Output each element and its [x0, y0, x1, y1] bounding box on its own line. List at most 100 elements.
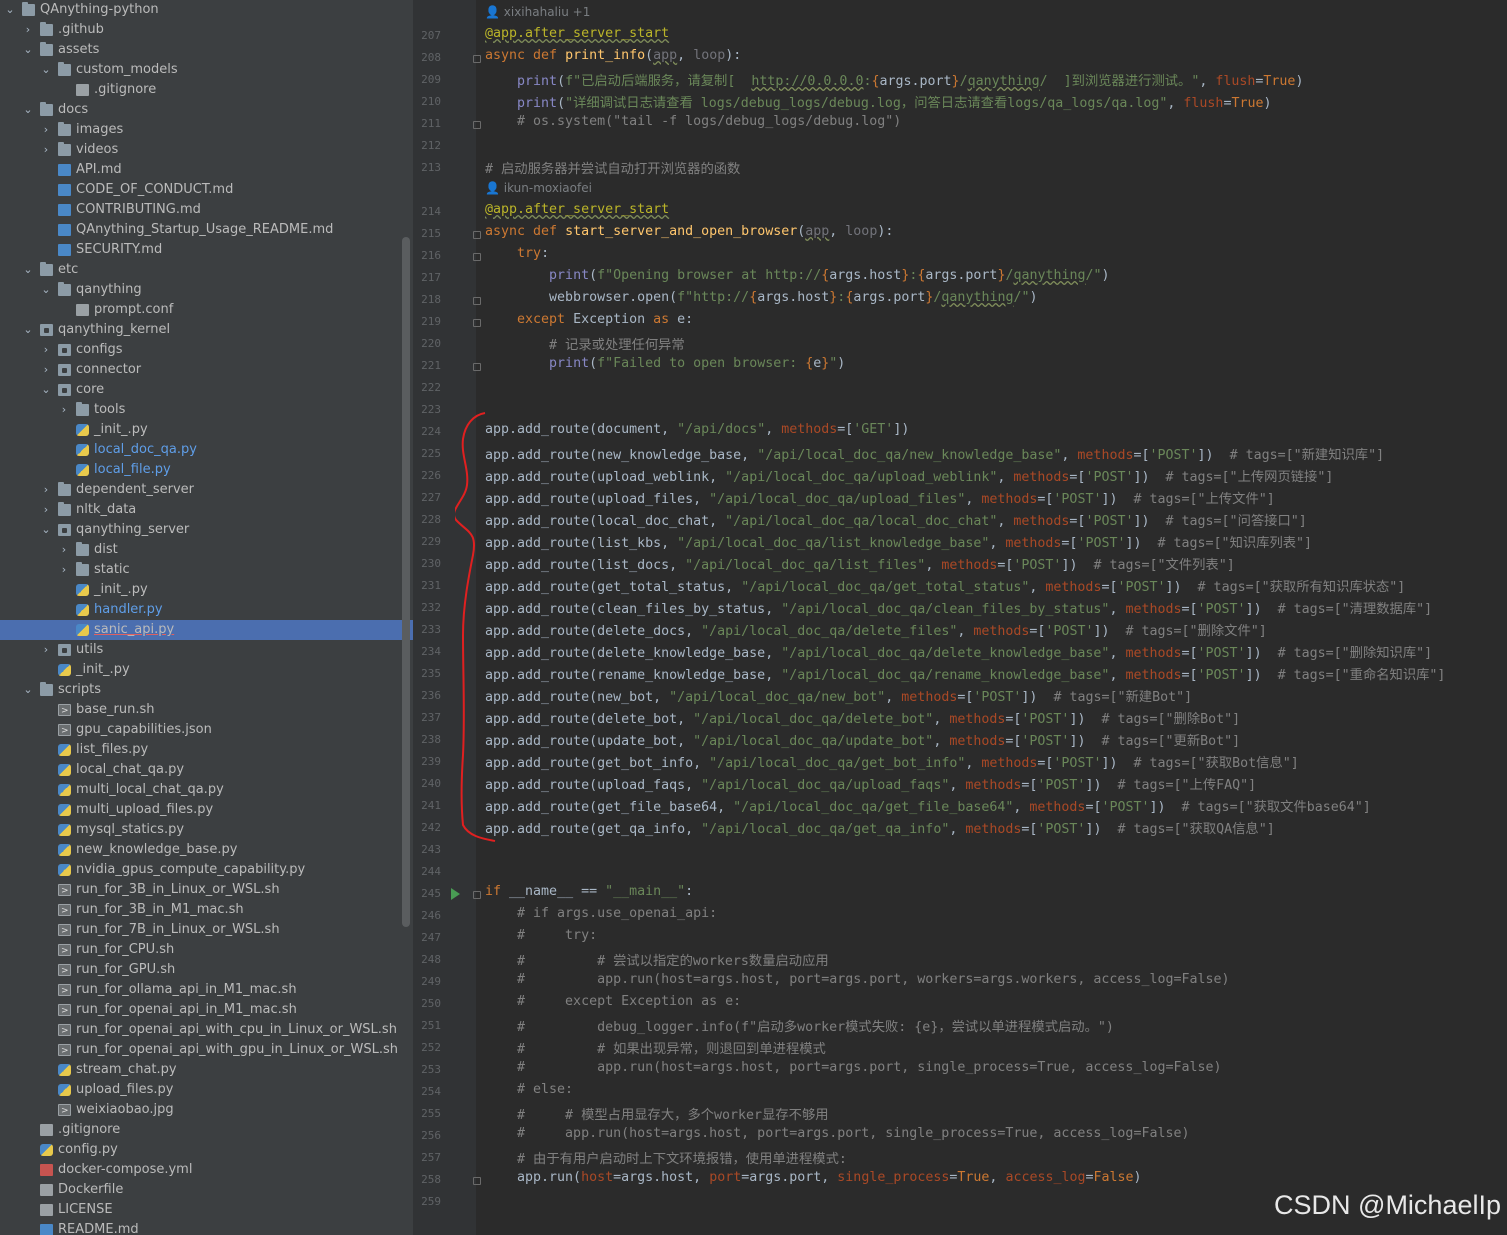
tree-item[interactable]: README.md: [0, 1220, 400, 1235]
tree-item[interactable]: › configs: [0, 340, 400, 360]
tree-item[interactable]: multi_local_chat_qa.py: [0, 780, 400, 800]
tree-item[interactable]: local_doc_qa.py: [0, 440, 400, 460]
tree-item[interactable]: _init_.py: [0, 660, 400, 680]
tree-item[interactable]: › connector: [0, 360, 400, 380]
tree-item[interactable]: ⌄ assets: [0, 40, 400, 60]
tree-item-label: configs: [76, 342, 123, 357]
code-token: flush: [1183, 96, 1224, 111]
chevron-right-icon[interactable]: ›: [40, 480, 52, 500]
chevron-right-icon[interactable]: ›: [22, 20, 34, 40]
fold-marker-icon[interactable]: [473, 297, 481, 305]
chevron-down-icon[interactable]: ⌄: [40, 60, 52, 80]
chevron-down-icon[interactable]: ⌄: [22, 40, 34, 60]
fold-marker-icon[interactable]: [473, 1177, 481, 1185]
git-author-hint[interactable]: 👤 ikun-moxiaofei: [485, 181, 592, 195]
tree-item[interactable]: docker-compose.yml: [0, 1160, 400, 1180]
tree-item[interactable]: base_run.sh: [0, 700, 400, 721]
tree-item[interactable]: ⌄ qanything_kernel: [0, 320, 400, 340]
tree-item[interactable]: › utils: [0, 640, 400, 660]
chevron-down-icon[interactable]: ⌄: [40, 380, 52, 400]
chevron-right-icon[interactable]: ›: [58, 540, 70, 560]
fold-marker-icon[interactable]: [473, 363, 481, 371]
tree-item[interactable]: ⌄ qanything: [0, 280, 400, 300]
tree-item[interactable]: CONTRIBUTING.md: [0, 200, 400, 220]
chevron-down-icon[interactable]: ⌄: [22, 680, 34, 700]
tree-item[interactable]: config.py: [0, 1140, 400, 1160]
tree-item[interactable]: › static: [0, 560, 400, 580]
tree-item[interactable]: › videos: [0, 140, 400, 160]
tree-item[interactable]: upload_files.py: [0, 1080, 400, 1100]
tree-item[interactable]: prompt.conf: [0, 300, 400, 320]
fold-marker-icon[interactable]: [473, 253, 481, 261]
tree-item[interactable]: _init_.py: [0, 420, 400, 440]
tree-item[interactable]: › nltk_data: [0, 500, 400, 520]
tree-item[interactable]: .gitignore: [0, 1120, 400, 1140]
tree-item[interactable]: ⌄ docs: [0, 100, 400, 120]
chevron-down-icon[interactable]: ⌄: [40, 280, 52, 300]
tree-item[interactable]: run_for_CPU.sh: [0, 940, 400, 961]
tree-item[interactable]: local_chat_qa.py: [0, 760, 400, 780]
tree-item[interactable]: › dist: [0, 540, 400, 560]
fold-marker-icon[interactable]: [473, 319, 481, 327]
tree-item[interactable]: local_file.py: [0, 460, 400, 480]
chevron-right-icon[interactable]: ›: [40, 140, 52, 160]
chevron-down-icon[interactable]: ⌄: [22, 320, 34, 340]
fold-marker-icon[interactable]: [473, 121, 481, 129]
chevron-down-icon[interactable]: ⌄: [4, 0, 16, 20]
tree-item[interactable]: handler.py: [0, 600, 400, 620]
chevron-right-icon[interactable]: ›: [58, 560, 70, 580]
code-token: ,: [965, 756, 982, 771]
tree-item[interactable]: run_for_GPU.sh: [0, 960, 400, 981]
chevron-right-icon[interactable]: ›: [40, 640, 52, 660]
tree-item[interactable]: ⌄ QAnything-python: [0, 0, 400, 20]
chevron-right-icon[interactable]: ›: [40, 340, 52, 360]
tree-item[interactable]: ⌄ scripts: [0, 680, 400, 700]
tree-item[interactable]: .gitignore: [0, 80, 400, 100]
tree-item[interactable]: › .github: [0, 20, 400, 40]
tree-item[interactable]: run_for_7B_in_Linux_or_WSL.sh: [0, 920, 400, 941]
tree-item[interactable]: _init_.py: [0, 580, 400, 600]
fold-marker-icon[interactable]: [473, 891, 481, 899]
tree-item[interactable]: run_for_openai_api_in_M1_mac.sh: [0, 1000, 400, 1021]
chevron-right-icon[interactable]: ›: [40, 120, 52, 140]
tree-item[interactable]: Dockerfile: [0, 1180, 400, 1200]
tree-item[interactable]: run_for_3B_in_Linux_or_WSL.sh: [0, 880, 400, 901]
fold-marker-icon[interactable]: [473, 231, 481, 239]
tree-item[interactable]: run_for_ollama_api_in_M1_mac.sh: [0, 980, 400, 1001]
tree-item[interactable]: CODE_OF_CONDUCT.md: [0, 180, 400, 200]
git-author-hint[interactable]: 👤 xixihahaliu +1: [485, 5, 590, 19]
tree-item[interactable]: LICENSE: [0, 1200, 400, 1220]
tree-item[interactable]: mysql_statics.py: [0, 820, 400, 840]
tree-item[interactable]: ⌄ core: [0, 380, 400, 400]
tree-item[interactable]: API.md: [0, 160, 400, 180]
run-gutter-icon[interactable]: [451, 888, 460, 900]
chevron-right-icon[interactable]: ›: [40, 500, 52, 520]
chevron-down-icon[interactable]: ⌄: [40, 520, 52, 540]
tree-item[interactable]: stream_chat.py: [0, 1060, 400, 1080]
tree-item[interactable]: SECURITY.md: [0, 240, 400, 260]
tree-item[interactable]: list_files.py: [0, 740, 400, 760]
project-tree-scrollbar[interactable]: [402, 237, 410, 927]
tree-item[interactable]: run_for_3B_in_M1_mac.sh: [0, 900, 400, 921]
code-editor[interactable]: 👤 xixihahaliu +1 207 @app.after_server_sta…: [413, 0, 1507, 1235]
tree-item[interactable]: ⌄ qanything_server: [0, 520, 400, 540]
tree-item[interactable]: › tools: [0, 400, 400, 420]
tree-item[interactable]: nvidia_gpus_compute_capability.py: [0, 860, 400, 880]
chevron-down-icon[interactable]: ⌄: [22, 260, 34, 280]
tree-item[interactable]: multi_upload_files.py: [0, 800, 400, 820]
tree-item[interactable]: gpu_capabilities.json: [0, 720, 400, 741]
chevron-down-icon[interactable]: ⌄: [22, 100, 34, 120]
tree-item[interactable]: › dependent_server: [0, 480, 400, 500]
tree-item[interactable]: ⌄ etc: [0, 260, 400, 280]
tree-item[interactable]: weixiaobao.jpg: [0, 1100, 400, 1121]
tree-item[interactable]: sanic_api.py: [0, 620, 413, 640]
tree-item[interactable]: new_knowledge_base.py: [0, 840, 400, 860]
tree-item[interactable]: run_for_openai_api_with_gpu_in_Linux_or_…: [0, 1040, 400, 1061]
tree-item[interactable]: run_for_openai_api_with_cpu_in_Linux_or_…: [0, 1020, 400, 1041]
tree-item[interactable]: QAnything_Startup_Usage_README.md: [0, 220, 400, 240]
tree-item[interactable]: › images: [0, 120, 400, 140]
tree-item[interactable]: ⌄ custom_models: [0, 60, 400, 80]
chevron-right-icon[interactable]: ›: [40, 360, 52, 380]
fold-marker-icon[interactable]: [473, 55, 481, 63]
chevron-right-icon[interactable]: ›: [58, 400, 70, 420]
